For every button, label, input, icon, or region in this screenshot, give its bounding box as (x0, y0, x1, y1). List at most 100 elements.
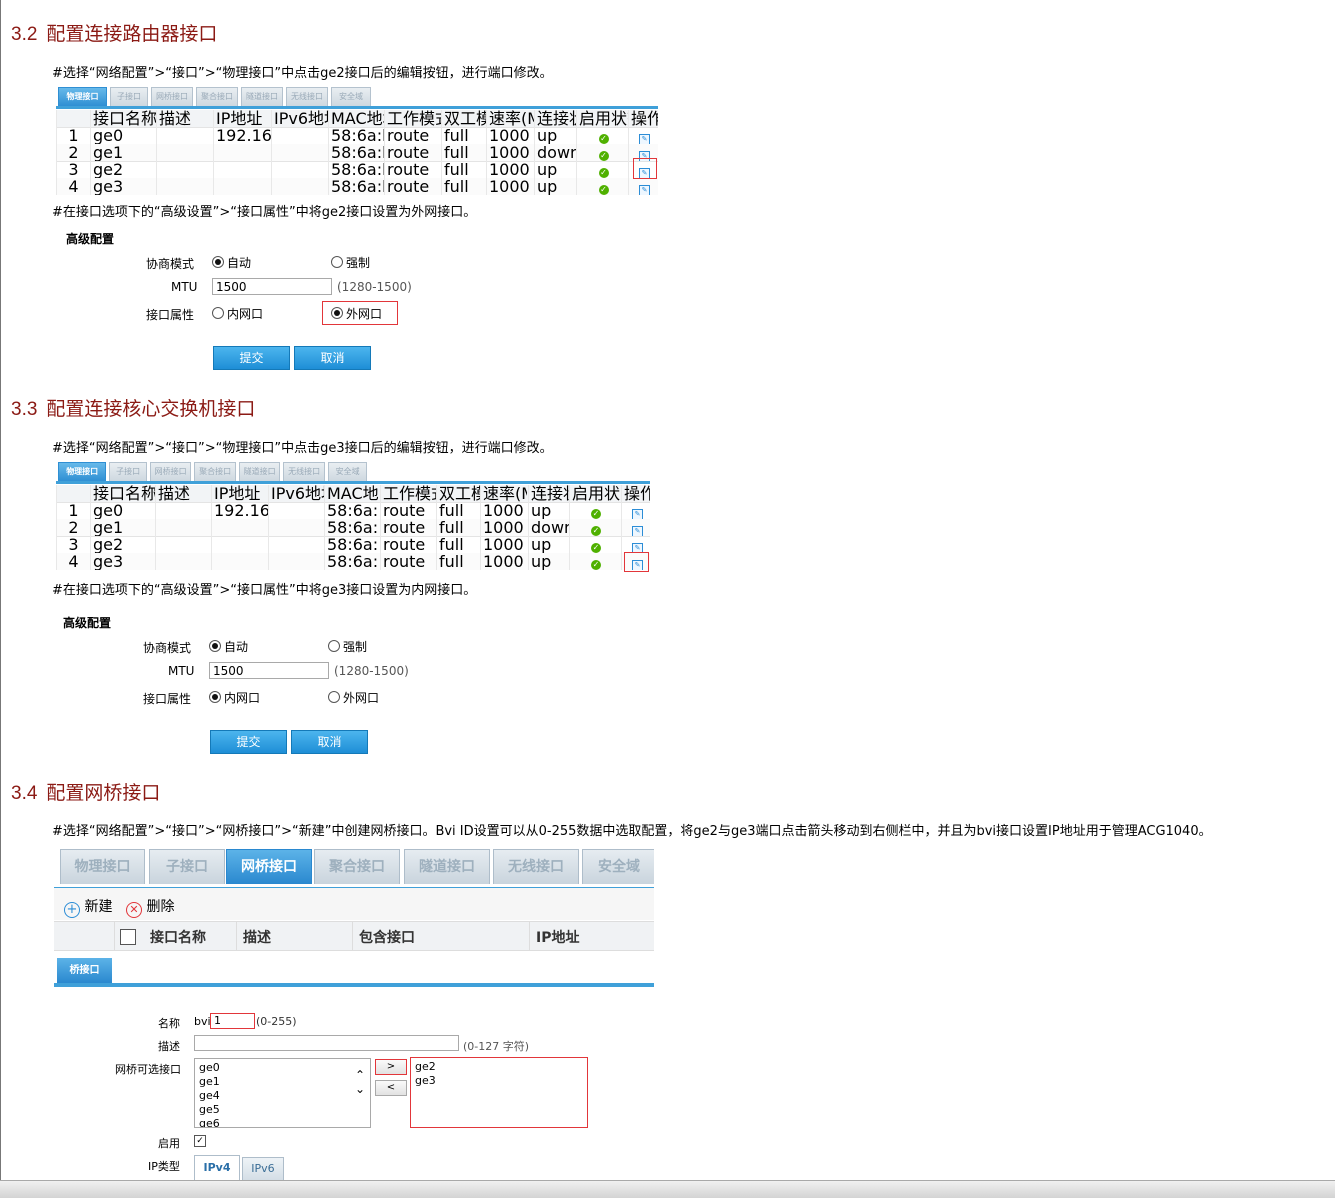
row-index: 3 (56, 161, 90, 178)
tab-0[interactable]: 物理接口 (60, 849, 145, 884)
bvi-id-input[interactable]: 1 (210, 1013, 255, 1029)
tab-5[interactable]: 无线接口 (283, 462, 325, 481)
check-circle-icon: ✓ (598, 151, 609, 161)
cancel-button[interactable]: 取消 (291, 730, 368, 754)
desc-input[interactable] (194, 1035, 459, 1051)
mtu-label: MTU (168, 664, 194, 678)
nego-auto-radio[interactable]: 自动 (212, 254, 251, 271)
iface-name: ge2 (90, 161, 156, 178)
iface-desc (156, 127, 213, 144)
mtu-value: 1500 (216, 280, 247, 294)
tab-1[interactable]: 子接口 (149, 849, 225, 884)
radio-icon (212, 307, 224, 319)
table-header-row: 接口名称描述IP地址IPv6地址MAC地址工作模式双工模式速率(Mbps)连接状… (56, 485, 650, 503)
nego-auto-radio[interactable]: 自动 (209, 638, 248, 655)
attr-outer: 外网口 (343, 691, 380, 705)
tab-5[interactable]: 无线接口 (493, 849, 579, 884)
nego-force-radio[interactable]: 强制 (331, 254, 370, 271)
tab-6[interactable]: 安全域 (582, 849, 654, 884)
enable-status: ✓ (576, 144, 628, 161)
tab-1[interactable]: 子接口 (109, 462, 147, 481)
attr-inner-radio[interactable]: 内网口 (212, 305, 263, 322)
mtu-input[interactable]: 1500 (209, 662, 329, 679)
nego-force-radio[interactable]: 强制 (328, 638, 367, 655)
list-item[interactable]: ge6 (199, 1117, 370, 1127)
delete-button[interactable]: ✕ 删除 (126, 896, 174, 918)
col-header: 连接状态 (528, 485, 569, 502)
attr-inner-radio[interactable]: 内网口 (209, 689, 260, 706)
tab-3[interactable]: 聚合接口 (196, 87, 238, 106)
submit: 提交 (239, 351, 264, 365)
enable-checkbox[interactable]: ✓ (194, 1135, 206, 1147)
cancel-button[interactable]: 取消 (294, 346, 371, 370)
iface-ip (213, 161, 271, 178)
section-title: 配置连接路由器接口 (46, 23, 218, 45)
list-item[interactable]: ge5 (199, 1103, 370, 1117)
tab-5[interactable]: 无线接口 (286, 87, 328, 106)
tab-ipv6[interactable]: IPv6 (242, 1157, 284, 1180)
list-item[interactable]: ge0 (199, 1061, 370, 1075)
mtu-input[interactable]: 1500 (212, 278, 332, 295)
nego-label: 协商模式 (143, 639, 191, 656)
edit-icon[interactable]: ✎ (639, 185, 650, 195)
col-header: 双工模式 (436, 485, 480, 502)
list-item[interactable]: ge3 (415, 1074, 587, 1088)
selected-interfaces-list[interactable]: ge2 ge3 (410, 1057, 588, 1128)
row-index: 2 (56, 519, 90, 536)
nego-label: 协商模式 (143, 641, 192, 655)
tab-4[interactable]: 隧道接口 (238, 462, 281, 481)
move-right-button[interactable]: > (375, 1059, 407, 1075)
iface-duplex: full (441, 127, 486, 144)
tab-6[interactable]: 安全域 (327, 462, 368, 481)
iface-mac: 58:6a:b1:c4:5‹ (324, 502, 379, 519)
list-item[interactable]: ge1 (199, 1075, 370, 1089)
tab-6[interactable]: 安全域 (331, 87, 371, 106)
tab-bridge[interactable]: 桥接口 (57, 958, 112, 983)
submit-button[interactable]: 提交 (213, 346, 290, 370)
iface-desc (155, 553, 211, 570)
highlight-box (624, 552, 649, 572)
table-row: 3ge2 58:6a:b1:c4:5‹routefull1000up ✓ ✎ (56, 536, 650, 554)
iface-name: ge0 (90, 127, 156, 144)
edit-icon[interactable]: ✎ (639, 134, 650, 144)
tab-2[interactable]: 网桥接口 (151, 87, 193, 106)
tab-2[interactable]: 网桥接口 (226, 849, 312, 884)
attr-outer-radio[interactable]: 外网口 (328, 689, 379, 706)
iface-speed: 1000 (486, 178, 534, 195)
cancel: 取消 (320, 351, 345, 365)
iface-mode: route (384, 127, 441, 144)
tab-4[interactable]: 隧道接口 (241, 87, 283, 106)
attr-label: 接口属性 (143, 690, 191, 707)
enable-status: ✓ (576, 127, 628, 144)
tab-ipv4[interactable]: IPv4 (194, 1155, 240, 1180)
edit-icon[interactable]: ✎ (632, 509, 643, 519)
iface-speed: 1000 (480, 536, 527, 553)
new-button[interactable]: + 新建 (64, 896, 112, 918)
move-left-button[interactable]: < (375, 1080, 407, 1096)
avail-label: 网桥可选接口 (115, 1063, 181, 1076)
col-header: 速率(Mbps) (480, 485, 527, 502)
iptype-label: IP类型 (148, 1160, 180, 1173)
tab-bar: 物理接口 子接口 网桥接口 聚合接口 隧道接口 无线接口 安全域 (56, 85, 658, 109)
list-item[interactable]: ge4 (199, 1089, 370, 1103)
tab-3[interactable]: 聚合接口 (194, 462, 236, 481)
list-item[interactable]: ge2 (415, 1060, 587, 1074)
radio-icon (328, 640, 340, 652)
submit-button[interactable]: 提交 (210, 730, 287, 754)
highlight-box (322, 301, 398, 325)
col-header: 连接状态 (534, 110, 576, 127)
mtu-label: MTU (171, 280, 198, 294)
tab-4[interactable]: 隧道接口 (404, 849, 490, 884)
tab-2[interactable]: 网桥接口 (149, 462, 192, 481)
tab-3[interactable]: 聚合接口 (314, 849, 400, 884)
horizontal-scrollbar[interactable] (0, 1180, 1335, 1198)
tab-1[interactable]: 子接口 (110, 87, 148, 106)
scroll-arrows-icon[interactable]: ⌃ ⌄ (355, 1068, 365, 1096)
edit-icon[interactable]: ✎ (632, 526, 643, 536)
select-all-checkbox[interactable] (120, 929, 136, 949)
available-interfaces-list[interactable]: ge0 ge1 ge4 ge5 ge6 (194, 1058, 371, 1128)
nego-auto: 自动 (224, 640, 249, 654)
tab-0[interactable]: 物理接口 (58, 462, 107, 481)
col-header: 双工模式 (441, 110, 486, 127)
tab-0[interactable]: 物理接口 (58, 87, 107, 106)
